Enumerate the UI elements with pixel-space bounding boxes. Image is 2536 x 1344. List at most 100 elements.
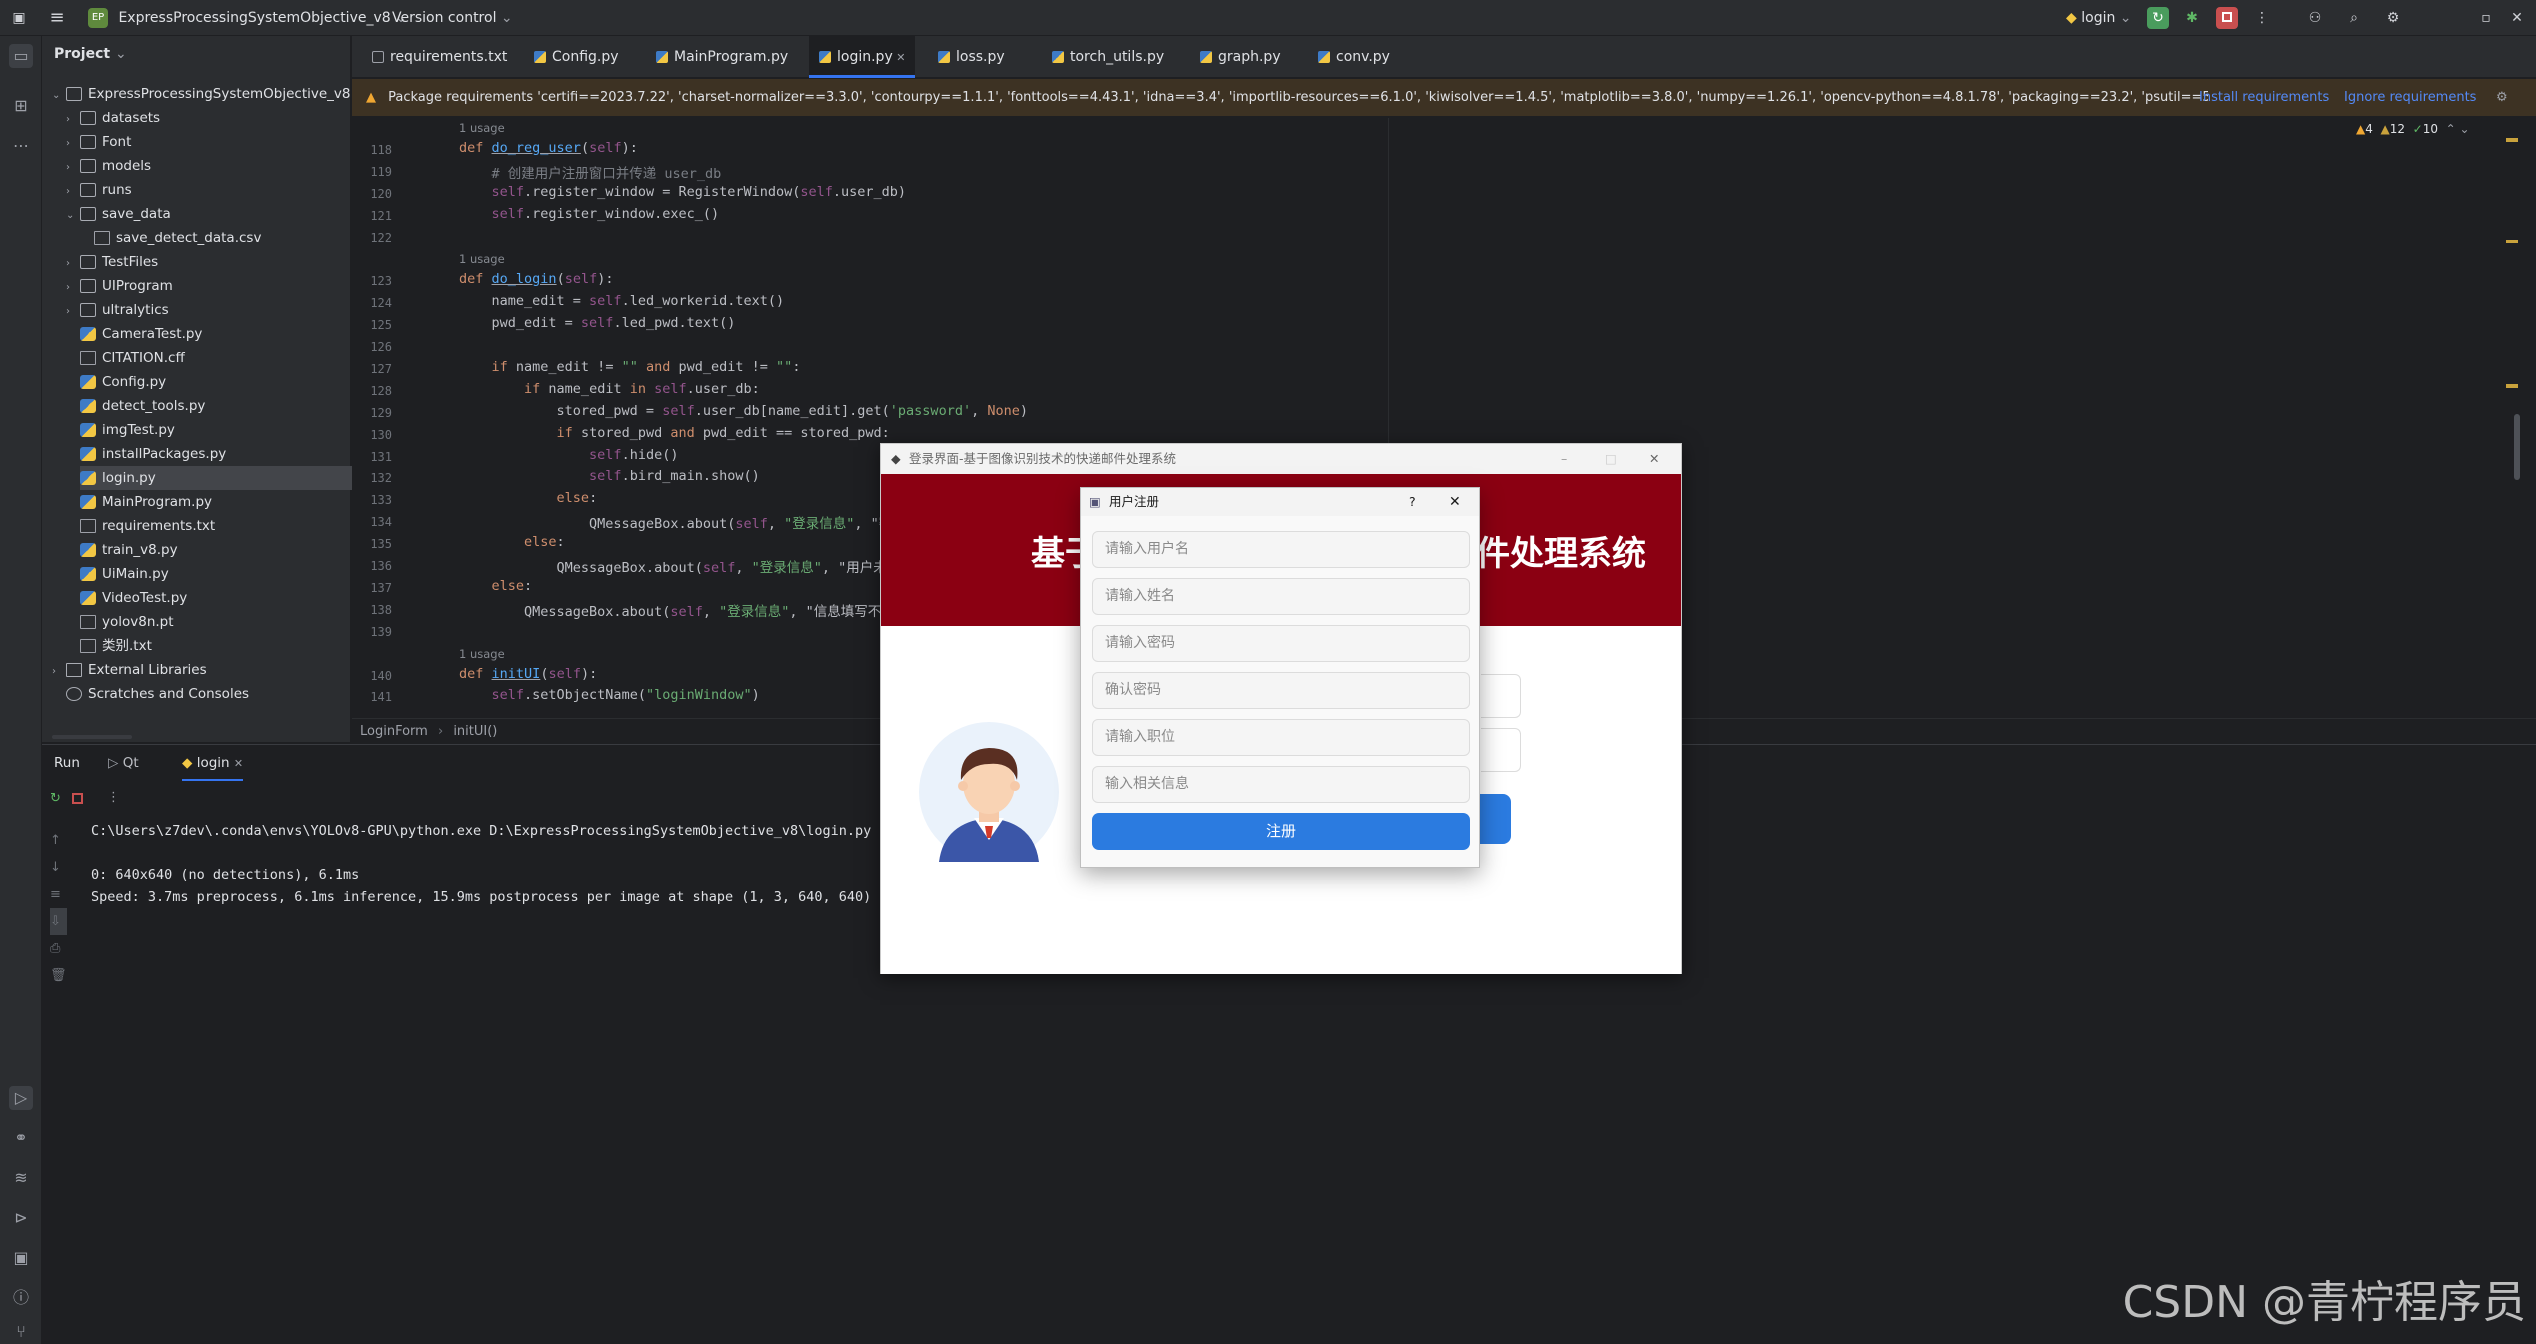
tree-item[interactable]: VideoTest.py [80,586,187,610]
password-field-edge[interactable] [1481,728,1521,772]
tab-torch_utils-py[interactable]: torch_utils.py [1042,36,1174,78]
minimize-icon[interactable]: – [1561,444,1567,474]
password-input[interactable]: 请输入密码 [1092,625,1470,662]
project-header[interactable]: Project ⌄ [54,46,127,62]
tree-item[interactable]: MainProgram.py [80,490,212,514]
debug-icon[interactable]: ✱ [2181,7,2203,29]
code-line[interactable]: self.hide() [459,447,678,463]
python-packages-icon[interactable]: ⚭ [9,1126,33,1150]
confirm-password-input[interactable]: 确认密码 [1092,672,1470,709]
chevron-right-icon[interactable]: › [66,180,80,204]
code-line[interactable]: self.bird_main.show() [459,468,760,484]
code-line[interactable]: self.setObjectName("loginWindow") [459,687,760,703]
code-line[interactable]: if name_edit != "" and pwd_edit != "": [459,359,801,375]
code-line[interactable]: QMessageBox.about(self, "登录信息", "用户未 [459,556,887,576]
tree-item[interactable]: CameraTest.py [80,322,202,346]
username-input[interactable]: 请输入用户名 [1092,531,1470,568]
restore-icon[interactable]: ▫ [2475,7,2497,29]
run-icon[interactable]: ▷ [9,1086,33,1110]
tree-item[interactable]: installPackages.py [80,442,226,466]
tab-login[interactable]: ◆ login ✕ [182,745,244,781]
tree-item[interactable]: Config.py [80,370,166,394]
tree-item[interactable]: save_detect_data.csv [94,226,261,250]
tab-conv-py[interactable]: conv.py [1308,36,1400,78]
down-arrow-icon[interactable]: ↓ [50,854,67,881]
up-arrow-icon[interactable]: ↑ [50,827,67,854]
chevron-right-icon[interactable]: › [66,252,80,276]
breadcrumb-method[interactable]: initUI() [453,724,497,739]
stop-icon[interactable] [2216,7,2238,29]
tree-item[interactable]: › ultralytics [66,298,169,322]
structure-icon[interactable]: ⊞ [9,94,33,118]
vcs-menu[interactable]: Version control ⌄ [392,0,513,36]
gear-icon[interactable]: ⚙ [2496,79,2508,116]
tree-item[interactable]: 类别.txt [80,634,152,658]
tree-item[interactable]: login.py [80,466,360,490]
tree-item[interactable]: requirements.txt [80,514,215,538]
code-line[interactable]: stored_pwd = self.user_db[name_edit].get… [459,403,1028,419]
close-icon[interactable]: ✕ [1649,444,1659,474]
panel-resize-handle[interactable] [52,735,132,739]
breadcrumb-class[interactable]: LoginForm [360,724,428,739]
tab-mainprogram-py[interactable]: MainProgram.py [646,36,798,78]
tree-item[interactable]: train_v8.py [80,538,178,562]
rerun-icon[interactable]: ↻ [50,791,61,806]
code-line[interactable]: # 创建用户注册窗口并传递 user_db [459,162,722,182]
search-icon[interactable]: ⌕ [2343,7,2365,29]
more-icon[interactable]: ⋮ [2251,7,2273,29]
code-line[interactable]: def do_reg_user(self): [459,140,638,156]
print-icon[interactable]: ⎙ [50,935,67,962]
close-icon[interactable]: ✕ [893,51,905,64]
tab-login-py[interactable]: login.py ✕ [809,36,916,78]
ignore-requirements-link[interactable]: Ignore requirements [2344,79,2476,116]
tree-item[interactable]: yolov8n.pt [80,610,174,634]
scrollbar-thumb[interactable] [2514,414,2520,480]
tree-item[interactable]: ⌄ save_data [66,202,171,226]
tab-requirements-txt[interactable]: requirements.txt [362,36,517,78]
fullname-input[interactable]: 请输入姓名 [1092,578,1470,615]
usage-hint[interactable]: 1 usage [459,121,505,135]
close-icon[interactable]: ✕ [234,757,243,770]
tree-item[interactable]: › TestFiles [66,250,158,274]
chevron-right-icon[interactable]: › [66,300,80,324]
tree-item[interactable]: › models [66,154,151,178]
chevron-down-icon[interactable]: ⌄ [66,204,80,228]
code-line[interactable]: self.register_window.exec_() [459,206,720,222]
code-line[interactable]: if stored_pwd and pwd_edit == stored_pwd… [459,425,890,441]
code-line[interactable]: QMessageBox.about(self, "登录信息", "信息填写不完 [459,600,895,620]
install-requirements-link[interactable]: Install requirements [2199,79,2329,116]
tree-item[interactable]: imgTest.py [80,418,175,442]
code-line[interactable]: pwd_edit = self.led_pwd.text() [459,315,736,331]
usage-hint[interactable]: 1 usage [459,252,505,266]
tab-loss-py[interactable]: loss.py [928,36,1015,78]
tree-item[interactable]: detect_tools.py [80,394,205,418]
register-button[interactable]: 注册 [1092,813,1470,850]
code-line[interactable]: else: [459,490,598,506]
stop-icon[interactable] [72,793,83,804]
code-line[interactable]: else: [459,578,533,594]
tree-item[interactable]: UiMain.py [80,562,169,586]
close-icon[interactable]: ✕ [2506,7,2528,29]
add-user-icon[interactable]: ⚇ [2304,7,2326,29]
run-config-selector[interactable]: ◆ login ⌄ [2066,0,2132,36]
tab-graph-py[interactable]: graph.py [1190,36,1291,78]
scroll-to-end-icon[interactable]: ⇩ [50,908,67,935]
tree-root[interactable]: ⌄ ExpressProcessingSystemObjective_v8 [E [52,82,369,106]
more-icon[interactable]: ⋮ [107,790,120,805]
usage-hint[interactable]: 1 usage [459,647,505,661]
code-line[interactable]: self.register_window = RegisterWindow(se… [459,184,907,200]
tree-item[interactable]: › datasets [66,106,160,130]
extra-info-input[interactable]: 输入相关信息 [1092,766,1470,803]
username-field-edge[interactable] [1481,674,1521,718]
code-line[interactable]: def initUI(self): [459,666,597,682]
inspection-widget[interactable]: ▲4 ▲12 ✓10 ⌃ ⌄ [2356,122,2470,136]
soft-wrap-icon[interactable]: ≡ [50,881,67,908]
close-icon[interactable]: ✕ [1449,488,1461,516]
position-input[interactable]: 请输入职位 [1092,719,1470,756]
layers-icon[interactable]: ≋ [9,1166,33,1190]
maximize-icon[interactable]: □ [1605,444,1617,474]
more-tools-icon[interactable]: ⋯ [9,134,33,158]
chevron-right-icon[interactable]: › [66,156,80,180]
main-menu-icon[interactable]: ≡ [46,7,68,29]
services-icon[interactable]: ⊳ [9,1206,33,1230]
